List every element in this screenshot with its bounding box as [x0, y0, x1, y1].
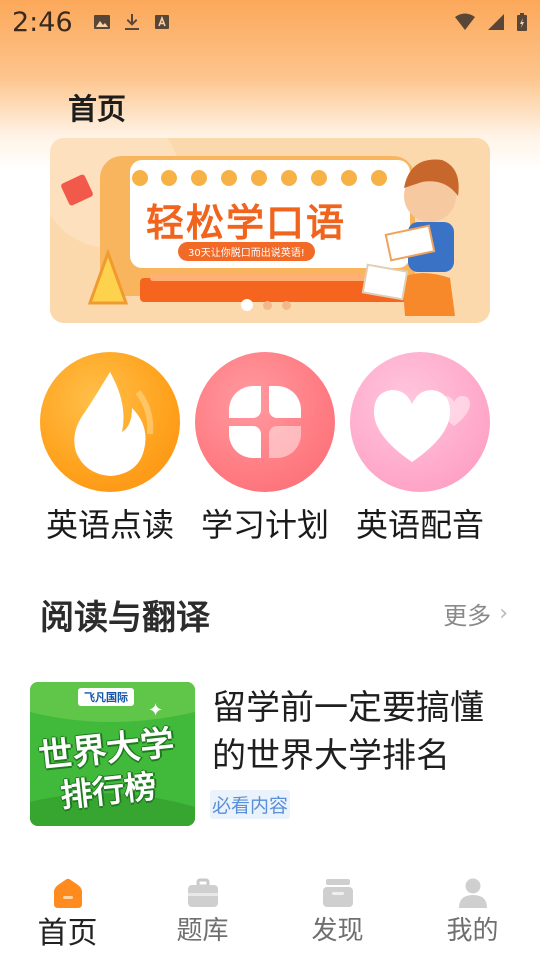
- status-time: 2:46: [12, 6, 73, 38]
- feature-label: 英语配音: [355, 506, 484, 544]
- bottom-nav: 首页 题库 发现 我的: [0, 868, 540, 960]
- notification-icons: [93, 13, 171, 31]
- section-title: 阅读与翻译: [40, 598, 210, 638]
- nav-item-discover[interactable]: 发现: [270, 868, 405, 960]
- home-icon: [53, 878, 82, 908]
- page-dot-active: [241, 299, 253, 311]
- flame-icon: [74, 372, 154, 476]
- signal-icon: [488, 14, 504, 30]
- system-icons: [454, 12, 528, 32]
- banner-subtitle: 30天让你脱口而出说英语!: [178, 242, 315, 261]
- nav-label: 首页: [37, 916, 98, 951]
- nav-label: 我的: [446, 916, 499, 946]
- nav-item-profile[interactable]: 我的: [405, 868, 540, 960]
- status-bar: 2:46: [0, 0, 540, 44]
- feature-grid: 英语点读 学习计划 英语配音: [40, 352, 500, 544]
- nav-label: 发现: [311, 916, 364, 946]
- thumbnail-brand: 飞凡国际: [78, 688, 134, 706]
- article-tag: 必看内容: [210, 790, 291, 819]
- nav-item-home[interactable]: 首页: [0, 868, 135, 960]
- feature-circle: [195, 352, 335, 492]
- feature-study-plan[interactable]: 学习计划: [190, 352, 340, 546]
- feature-circle: [40, 352, 180, 492]
- feature-english-reading[interactable]: 英语点读: [35, 352, 185, 546]
- user-icon: [458, 878, 487, 908]
- inbox-icon: [322, 879, 353, 907]
- image-icon: [93, 15, 110, 29]
- banner-page-indicator: [241, 299, 291, 311]
- more-link[interactable]: 更多 ›: [443, 596, 508, 631]
- page-title: 首页: [68, 92, 127, 126]
- clover-icon: [229, 386, 301, 458]
- font-a-icon: [154, 15, 169, 29]
- page-dot: [263, 300, 272, 310]
- article-title: 留学前一定要搞懂的世界大学排名: [212, 688, 484, 776]
- article-thumbnail: ✦ 飞凡国际 世界大学 排行榜: [30, 682, 195, 826]
- nav-item-question-bank[interactable]: 题库: [135, 868, 270, 960]
- heart-icon: [374, 390, 470, 462]
- nav-label: 题库: [176, 916, 229, 946]
- banner-title: 轻松学口语: [146, 201, 347, 245]
- more-label: 更多: [443, 602, 492, 630]
- feature-label: 学习计划: [200, 506, 329, 544]
- download-icon: [124, 14, 139, 30]
- feature-label: 英语点读: [45, 506, 174, 544]
- page-dot: [282, 300, 291, 310]
- feature-english-dubbing[interactable]: 英语配音: [345, 352, 495, 546]
- battery-charging-icon: [517, 13, 527, 31]
- wifi-icon: [455, 13, 475, 30]
- briefcase-icon: [187, 878, 218, 907]
- article-item[interactable]: ✦ 飞凡国际 世界大学 排行榜 留学前一定要搞懂的世界大学排名 必看内容: [30, 682, 510, 827]
- chevron-right-icon: ›: [499, 601, 508, 626]
- feature-circle: [350, 352, 490, 492]
